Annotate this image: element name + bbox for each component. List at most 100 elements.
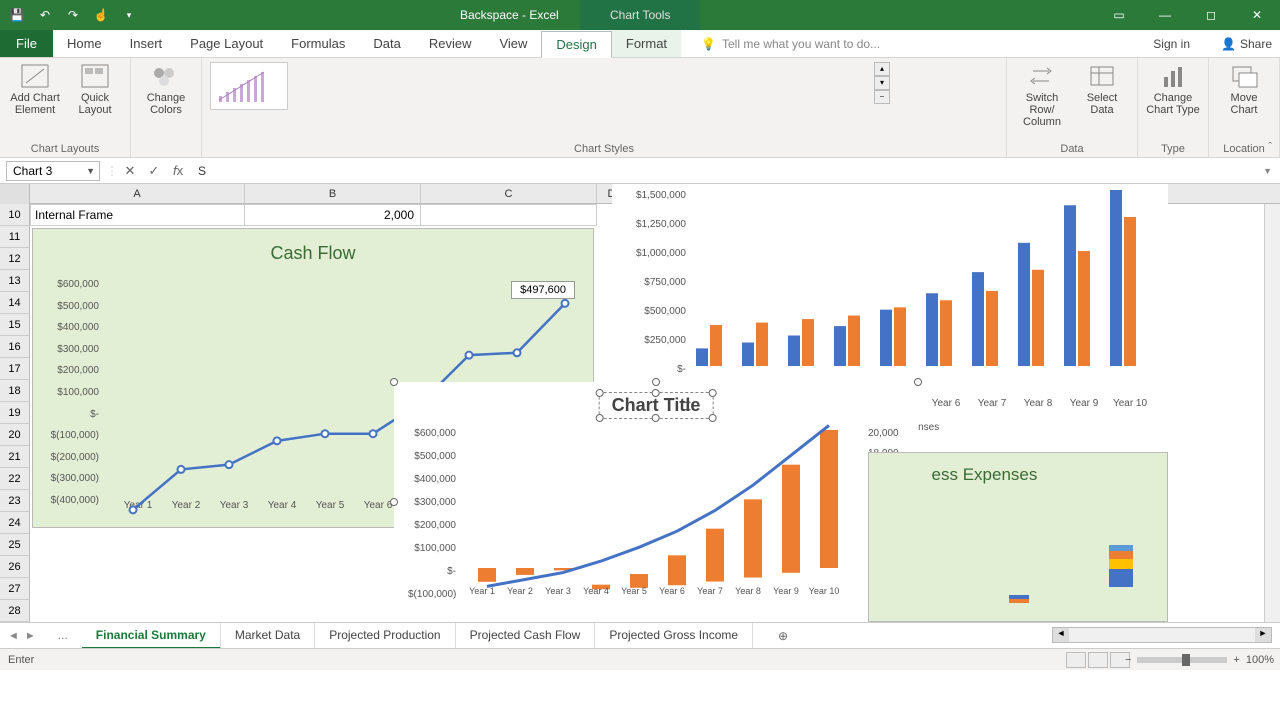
ribbon-display-options-icon[interactable]: ▭ [1096,0,1142,30]
select-data-button[interactable]: Select Data [1075,62,1129,116]
change-chart-type-button[interactable]: Change Chart Type [1146,62,1200,116]
row-header[interactable]: 25 [0,534,30,556]
touch-mode-icon[interactable]: ☝ [92,6,110,24]
zoom-out-button[interactable]: − [1125,654,1131,666]
row-header[interactable]: 16 [0,336,30,358]
zoom-slider[interactable] [1137,657,1227,663]
tab-view[interactable]: View [485,30,541,57]
row-header[interactable]: 23 [0,490,30,512]
chart-styles-scroll[interactable]: ▴ ▾ ⎯ [874,62,890,104]
row-header[interactable]: 26 [0,556,30,578]
resize-handle[interactable] [390,378,398,386]
sign-in-link[interactable]: Sign in [1153,30,1190,58]
page-layout-view-button[interactable] [1088,652,1108,668]
collapse-ribbon-icon[interactable]: ˆ [1268,141,1272,153]
row-header[interactable]: 13 [0,270,30,292]
fx-icon[interactable]: fx [166,163,190,178]
tab-insert[interactable]: Insert [116,30,177,57]
tab-file[interactable]: File [0,30,53,57]
row-header[interactable]: 27 [0,578,30,600]
tab-review[interactable]: Review [415,30,486,57]
row-header[interactable]: 21 [0,446,30,468]
formula-input[interactable]: S [190,164,1263,178]
row-header[interactable]: 11 [0,226,30,248]
row-header[interactable]: 19 [0,402,30,424]
resize-handle[interactable] [652,378,660,386]
chart-business-expenses[interactable]: Business Expenses [868,452,1168,622]
tell-me-search[interactable]: 💡 Tell me what you want to do... [701,30,880,57]
cell-b10[interactable]: 2,000 [245,204,421,226]
quick-layout-button[interactable]: Quick Layout [68,62,122,116]
scroll-down-icon[interactable]: ▾ [874,76,890,90]
sheet-tab[interactable]: Projected Gross Income [595,623,753,649]
x-axis-tick: Year 3 [540,586,576,596]
sheet-nav-next-icon[interactable]: ► [25,630,36,642]
tab-design[interactable]: Design [541,31,611,58]
move-chart-button[interactable]: Move Chart [1217,62,1271,116]
column-header[interactable]: B [245,184,421,203]
row-header[interactable]: 22 [0,468,30,490]
sheet-tab[interactable]: Market Data [221,623,315,649]
share-button[interactable]: 👤 Share [1221,30,1272,58]
row-header[interactable]: 12 [0,248,30,270]
more-styles-icon[interactable]: ⎯ [874,90,890,104]
enter-icon[interactable]: ✓ [142,163,166,179]
ribbon: Add Chart Element Quick Layout Chart Lay… [0,58,1280,158]
undo-icon[interactable]: ↶ [36,6,54,24]
chart-style-thumbnail[interactable] [210,62,288,110]
sheet-tab[interactable]: Projected Cash Flow [456,623,596,649]
redo-icon[interactable]: ↷ [64,6,82,24]
column-header[interactable]: C [421,184,597,203]
customize-qat-icon[interactable]: ▾ [120,6,138,24]
y-axis-tick: $500,000 [408,451,456,462]
scroll-up-icon[interactable]: ▴ [874,62,890,76]
save-icon[interactable]: 💾 [8,6,26,24]
name-box-dropdown-icon[interactable]: ▼ [86,166,99,176]
x-axis-tick: Year 9 [1064,398,1104,409]
sheet-nav-prev-icon[interactable]: ◄ [8,630,19,642]
row-header[interactable]: 18 [0,380,30,402]
row-header[interactable]: 14 [0,292,30,314]
minimize-icon[interactable]: — [1142,0,1188,30]
cancel-icon[interactable]: ✕ [118,163,142,179]
y-axis-tick: $1,000,000 [616,248,686,259]
formula-bar: Chart 3 ▼ ⋮ ✕ ✓ fx S ▼ [0,158,1280,184]
tab-home[interactable]: Home [53,30,116,57]
resize-handle[interactable] [390,498,398,506]
tab-page-layout[interactable]: Page Layout [176,30,277,57]
close-icon[interactable]: ✕ [1234,0,1280,30]
worksheet-grid[interactable]: ABCDEFGHIJKLM 10111213141516171819202122… [0,184,1280,622]
scroll-right-icon[interactable]: ► [1255,628,1271,642]
formula-expand-icon[interactable]: ▼ [1263,166,1280,176]
cell-a10[interactable]: Internal Frame [30,204,245,226]
normal-view-button[interactable] [1066,652,1086,668]
horizontal-scrollbar[interactable]: ◄ ► [1052,627,1272,643]
change-colors-button[interactable]: Change Colors [139,62,193,116]
row-header[interactable]: 17 [0,358,30,380]
row-header[interactable]: 15 [0,314,30,336]
column-header[interactable]: A [30,184,245,203]
row-header[interactable]: 20 [0,424,30,446]
maximize-icon[interactable]: ◻ [1188,0,1234,30]
sheet-tab[interactable]: Financial Summary [82,623,221,649]
tab-formulas[interactable]: Formulas [277,30,359,57]
new-sheet-button[interactable]: ⊕ [773,629,793,643]
tab-format[interactable]: Format [612,30,681,57]
cell-c10[interactable] [421,204,597,226]
add-chart-element-button[interactable]: Add Chart Element [8,62,62,116]
scroll-left-icon[interactable]: ◄ [1053,628,1069,642]
chart-selected[interactable]: Chart Title ⌶ $600,000$500,000$400,000$3… [394,382,918,622]
name-box[interactable]: Chart 3 ▼ [6,161,100,181]
row-header[interactable]: 10 [0,204,30,226]
resize-handle[interactable] [914,378,922,386]
switch-row-column-button[interactable]: Switch Row/ Column [1015,62,1069,128]
row-header[interactable]: 24 [0,512,30,534]
sheet-tab[interactable]: Projected Production [315,623,455,649]
vertical-scrollbar[interactable] [1264,204,1280,622]
chart-title-editable[interactable]: Chart Title ⌶ [599,392,714,419]
tab-data[interactable]: Data [359,30,414,57]
sheet-tabs-more[interactable]: ... [44,623,82,649]
zoom-in-button[interactable]: + [1233,654,1239,666]
select-all[interactable] [0,184,30,204]
row-header[interactable]: 28 [0,600,30,622]
